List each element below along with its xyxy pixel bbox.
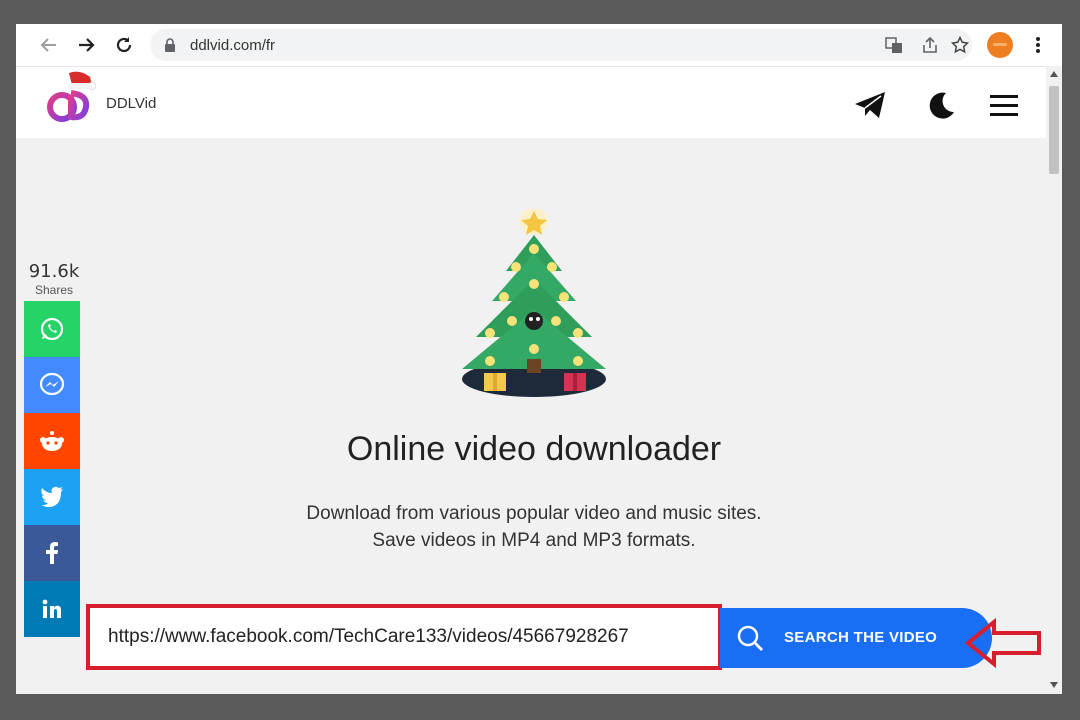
whatsapp-share-button[interactable] [24, 301, 80, 357]
red-arrow-icon [964, 617, 1044, 673]
facebook-share-button[interactable] [24, 525, 80, 581]
page-title: Online video downloader [346, 430, 722, 468]
search-form: SEARCH THE VIDEO [86, 602, 1006, 670]
brand-name[interactable]: DDLVid [106, 95, 156, 112]
twitter-share-button[interactable] [24, 469, 80, 525]
share-icon[interactable] [920, 35, 940, 55]
twitter-icon [41, 486, 63, 508]
whatsapp-icon [40, 317, 64, 341]
hamburger-menu-icon[interactable] [984, 85, 1024, 125]
telegram-icon[interactable] [850, 85, 890, 125]
scroll-up-icon[interactable] [1050, 71, 1058, 77]
subtitle-line-1: Download from various popular video and … [306, 503, 762, 524]
page-scrollbar[interactable] [1046, 66, 1062, 694]
video-url-input[interactable] [86, 604, 722, 670]
messenger-share-button[interactable] [24, 357, 80, 413]
facebook-icon [46, 542, 58, 564]
browser-menu-icon[interactable] [1028, 32, 1048, 58]
search-button-label: SEARCH THE VIDEO [784, 629, 938, 646]
star-icon[interactable] [950, 35, 970, 55]
back-icon[interactable] [36, 32, 62, 58]
linkedin-share-button[interactable] [24, 581, 80, 637]
christmas-tree-illustration [454, 207, 614, 404]
reload-icon[interactable] [111, 32, 137, 58]
reddit-icon [40, 431, 64, 451]
ddlvid-logo[interactable] [44, 69, 100, 129]
search-video-button[interactable]: SEARCH THE VIDEO [720, 608, 992, 668]
search-icon [736, 624, 764, 657]
browser-window: ddlvid.com/fr DDLVid Online video downlo… [16, 24, 1062, 694]
linkedin-icon [42, 599, 61, 618]
url-text[interactable]: ddlvid.com/fr [190, 37, 275, 54]
messenger-icon [39, 372, 65, 396]
dark-mode-icon[interactable] [922, 85, 962, 125]
lock-icon[interactable] [164, 38, 176, 57]
address-bar[interactable]: ddlvid.com/fr [150, 29, 972, 61]
page-subtitle: Download from various popular video and … [16, 500, 1052, 554]
reddit-share-button[interactable] [24, 413, 80, 469]
scroll-down-icon[interactable] [1050, 682, 1058, 688]
share-count: 91.6k [28, 261, 80, 282]
scroll-thumb[interactable] [1049, 86, 1059, 174]
site-header: DDLVid [16, 66, 1046, 138]
forward-icon[interactable] [73, 32, 99, 58]
browser-toolbar: ddlvid.com/fr [16, 24, 1062, 66]
share-label: Shares [34, 283, 74, 297]
translate-icon[interactable] [884, 35, 904, 55]
profile-avatar[interactable] [987, 32, 1013, 58]
subtitle-line-2: Save videos in MP4 and MP3 formats. [372, 530, 696, 551]
